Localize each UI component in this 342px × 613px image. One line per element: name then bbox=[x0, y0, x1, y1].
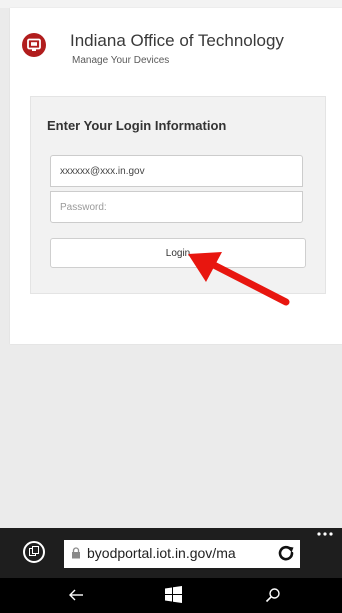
refresh-icon[interactable] bbox=[277, 544, 295, 562]
iot-logo-icon bbox=[22, 33, 46, 57]
top-status-strip bbox=[0, 0, 342, 8]
email-field[interactable] bbox=[50, 155, 303, 187]
windows-start-icon[interactable] bbox=[165, 586, 182, 603]
more-options-icon[interactable] bbox=[315, 530, 335, 538]
org-name: Indiana Office of Technology bbox=[70, 31, 284, 50]
org-subtitle: Manage Your Devices bbox=[72, 55, 170, 66]
search-icon[interactable] bbox=[265, 587, 281, 603]
url-text[interactable]: byodportal.iot.in.gov/ma bbox=[87, 545, 274, 561]
lock-icon bbox=[72, 547, 80, 559]
password-field[interactable] bbox=[50, 191, 303, 223]
tabs-icon[interactable] bbox=[23, 541, 45, 563]
red-arrow-annotation bbox=[188, 252, 290, 306]
back-arrow-icon[interactable] bbox=[68, 588, 84, 602]
login-heading: Enter Your Login Information bbox=[47, 118, 227, 133]
